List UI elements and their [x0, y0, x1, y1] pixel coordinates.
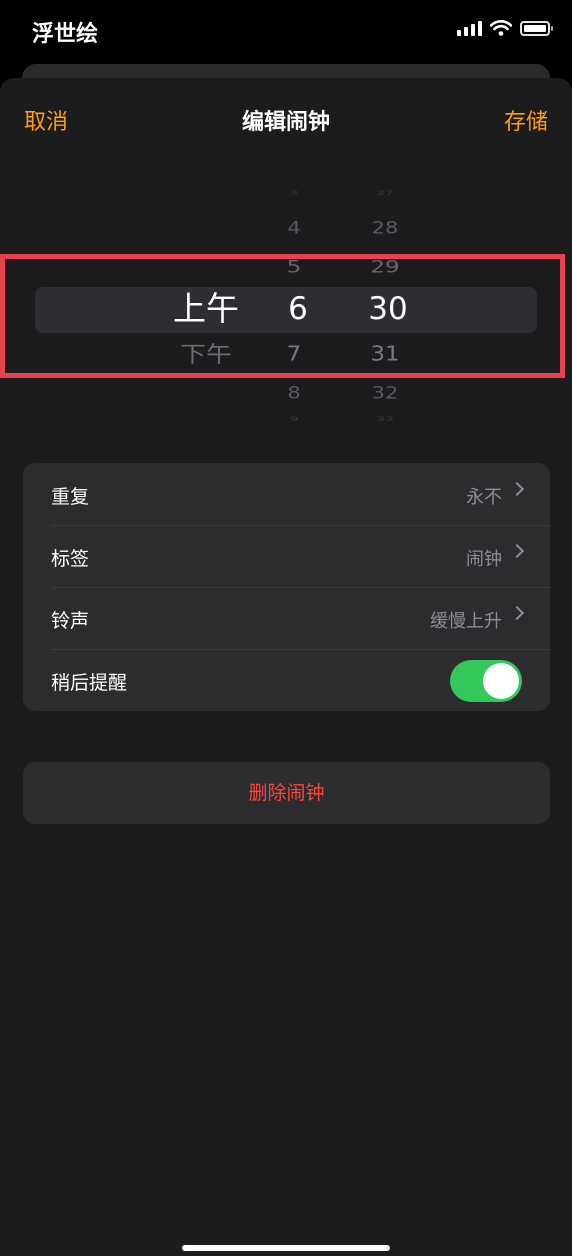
- picker-period-item[interactable]: 下午: [162, 344, 250, 366]
- chevron-right-icon: [509, 543, 525, 559]
- snooze-label: 稍后提醒: [51, 672, 128, 694]
- picker-hour-item[interactable]: 8: [270, 385, 318, 402]
- chevron-right-icon: [509, 605, 525, 621]
- sound-label: 铃声: [51, 610, 90, 632]
- picker-minute-item[interactable]: 33: [360, 416, 410, 422]
- sound-row[interactable]: 铃声 缓慢上升: [23, 587, 550, 649]
- picker-hour-item[interactable]: 4: [270, 220, 318, 237]
- picker-minute-item[interactable]: 31: [360, 344, 410, 365]
- save-button[interactable]: 存储: [504, 104, 548, 136]
- snooze-row: 稍后提醒: [23, 649, 550, 711]
- label-label: 标签: [51, 548, 90, 570]
- picker-minute-item[interactable]: 32: [360, 385, 410, 402]
- status-bar-title: 浮世绘: [32, 22, 99, 47]
- cellular-signal-icon: [457, 20, 482, 36]
- picker-hour-selected[interactable]: 6: [270, 294, 326, 325]
- battery-icon: [520, 20, 553, 36]
- toggle-knob: [483, 663, 519, 699]
- picker-minute-item[interactable]: 29: [360, 259, 410, 276]
- snooze-toggle[interactable]: [450, 660, 522, 702]
- picker-hour-item[interactable]: 7: [270, 344, 318, 365]
- picker-period-selected[interactable]: 上午: [162, 292, 250, 325]
- status-bar: 浮世绘: [0, 0, 572, 64]
- wifi-icon: [490, 20, 512, 36]
- chevron-right-icon: [509, 481, 525, 497]
- home-indicator[interactable]: [182, 1245, 390, 1251]
- label-row[interactable]: 标签 闹钟: [23, 525, 550, 587]
- alarm-settings-group: 重复 永不 标签 闹钟 铃声 缓慢上升 稍后提醒: [23, 463, 550, 711]
- picker-hour-item[interactable]: 5: [270, 259, 318, 276]
- status-icons: [457, 20, 553, 36]
- repeat-label: 重复: [51, 486, 90, 508]
- picker-hour-item[interactable]: 3: [270, 190, 318, 196]
- sound-value: 缓慢上升: [430, 611, 502, 632]
- delete-alarm-button[interactable]: 删除闹钟: [23, 762, 550, 824]
- picker-hour-item[interactable]: 9: [270, 416, 318, 422]
- picker-minute-item[interactable]: 28: [360, 220, 410, 237]
- picker-minute-selected[interactable]: 30: [360, 294, 416, 325]
- repeat-value: 永不: [466, 487, 502, 508]
- repeat-row[interactable]: 重复 永不: [23, 463, 550, 525]
- picker-minute-item[interactable]: 27: [360, 190, 410, 196]
- label-value: 闹钟: [466, 549, 502, 570]
- cancel-button[interactable]: 取消: [24, 104, 68, 136]
